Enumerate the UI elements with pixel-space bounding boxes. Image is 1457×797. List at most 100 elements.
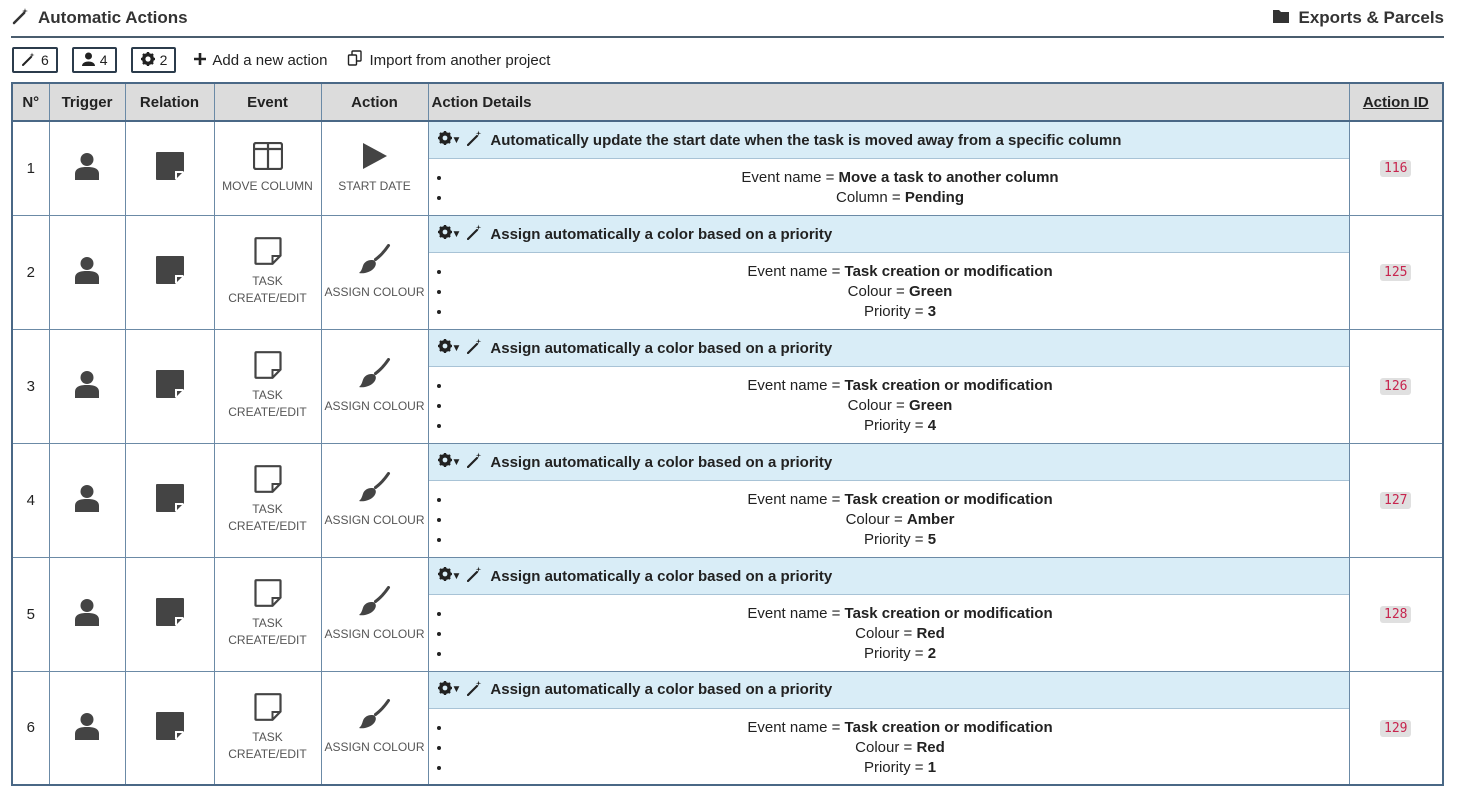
action-params-list: Event name = Task creation or modificati… — [429, 481, 1349, 556]
action-details-cell: ▼ Automatically update the start date wh… — [427, 120, 1350, 216]
action-params-list: Event name = Move a task to another colu… — [429, 159, 1349, 214]
sticky-note-filled-icon — [155, 598, 184, 630]
sticky-note-filled-icon — [155, 152, 184, 184]
action-id-cell: 126 — [1348, 328, 1444, 444]
action-title: Assign automatically a color based on a … — [490, 567, 833, 585]
col-header-id[interactable]: Action ID — [1348, 82, 1444, 122]
magic-wand-icon — [467, 338, 483, 358]
action-details-cell: ▼ Assign automatically a color based on … — [427, 214, 1350, 330]
gear-icon — [140, 51, 155, 69]
folder-icon — [1272, 8, 1290, 28]
caret-down-icon: ▼ — [451, 570, 462, 582]
trigger-cell — [48, 670, 126, 786]
event-caption: MOVE COLUMN — [222, 178, 313, 193]
toolbar: 6 4 2 Add a new action Import from anoth… — [11, 38, 1444, 82]
param-value: 1 — [927, 758, 937, 776]
paint-brush-icon — [358, 243, 391, 280]
action-menu-dropdown[interactable]: ▼ — [437, 680, 465, 699]
user-icon — [75, 712, 99, 744]
action-menu-dropdown[interactable]: ▼ — [437, 339, 465, 357]
action-menu-dropdown[interactable]: ▼ — [437, 567, 465, 585]
user-icon — [75, 152, 99, 184]
action-id-badge: 127 — [1380, 492, 1412, 509]
action-details-cell: ▼ Assign automatically a color based on … — [427, 442, 1350, 558]
action-param: Priority = 3 — [452, 302, 1349, 322]
action-cell: ASSIGN COLOUR — [320, 328, 429, 444]
row-number: 1 — [11, 120, 50, 216]
param-label: Event name = — [741, 169, 839, 187]
action-menu-dropdown[interactable]: ▼ — [437, 225, 465, 243]
play-icon — [362, 142, 388, 174]
magic-wand-icon — [467, 680, 483, 700]
action-param: Event name = Move a task to another colu… — [452, 168, 1349, 188]
gear-icon — [437, 680, 452, 699]
table-row: 6 TASK CREATE/EDIT ASSIGN COLOUR ▼ Assig… — [11, 670, 1444, 786]
caret-down-icon: ▼ — [451, 456, 462, 468]
action-params-list: Event name = Task creation or modificati… — [429, 595, 1349, 670]
sort-by-id-link[interactable]: Action ID — [1363, 94, 1429, 111]
sticky-note-icon — [253, 692, 282, 725]
caret-down-icon: ▼ — [451, 228, 462, 240]
table-header-row: N° Trigger Relation Event Action Action … — [11, 82, 1444, 122]
event-cell: TASK CREATE/EDIT — [213, 214, 322, 330]
row-number: 6 — [11, 670, 50, 786]
row-number: 5 — [11, 556, 50, 672]
gear-icon — [437, 225, 452, 243]
add-action-link[interactable]: Add a new action — [194, 52, 327, 69]
row-number: 2 — [11, 214, 50, 330]
action-menu-dropdown[interactable]: ▼ — [437, 453, 465, 471]
action-details-cell: ▼ Assign automatically a color based on … — [427, 556, 1350, 672]
action-caption: ASSIGN COLOUR — [324, 398, 425, 413]
action-params-list: Event name = Task creation or modificati… — [429, 367, 1349, 442]
action-id-cell: 125 — [1348, 214, 1444, 330]
gear-icon — [437, 339, 452, 357]
param-value: 3 — [927, 303, 937, 320]
gear-icon — [437, 131, 452, 149]
caret-down-icon: ▼ — [451, 342, 462, 354]
action-param: Priority = 4 — [452, 416, 1349, 436]
event-caption: TASK CREATE/EDIT — [228, 729, 307, 761]
import-actions-link[interactable]: Import from another project — [347, 50, 550, 70]
col-header-action: Action — [320, 82, 429, 122]
table-body: 1 MOVE COLUMN START DATE ▼ Automatically… — [11, 120, 1444, 786]
users-count-badge[interactable]: 4 — [71, 47, 117, 73]
action-param: Event name = Task creation or modificati… — [452, 262, 1349, 282]
user-icon — [75, 598, 99, 630]
system-count-badge[interactable]: 2 — [130, 47, 177, 73]
action-id-cell: 116 — [1348, 120, 1444, 216]
page-title: Automatic Actions — [38, 8, 188, 27]
sticky-note-icon — [253, 237, 282, 269]
actions-count-badge[interactable]: 6 — [12, 47, 58, 73]
wand-icon — [22, 52, 36, 69]
system-count: 2 — [159, 52, 168, 68]
action-id-badge: 128 — [1380, 606, 1412, 623]
action-param: Event name = Task creation or modificati… — [452, 490, 1349, 510]
caret-down-icon: ▼ — [451, 684, 462, 696]
param-label: Colour = — [845, 511, 907, 528]
param-value: Task creation or modification — [844, 491, 1053, 508]
action-id-cell: 127 — [1348, 442, 1444, 558]
magic-wand-icon — [467, 566, 483, 586]
relation-cell — [124, 120, 215, 216]
param-value: Red — [916, 738, 945, 756]
action-details-header: ▼ Automatically update the start date wh… — [428, 122, 1349, 160]
action-cell: START DATE — [320, 120, 429, 216]
sticky-note-filled-icon — [155, 256, 184, 288]
event-cell: TASK CREATE/EDIT — [213, 556, 322, 672]
sticky-note-filled-icon — [155, 711, 184, 744]
sticky-note-filled-icon — [155, 370, 184, 402]
param-label: Column = — [836, 189, 905, 207]
action-id-badge: 125 — [1380, 264, 1412, 281]
gear-icon — [437, 567, 452, 585]
action-caption: ASSIGN COLOUR — [324, 512, 425, 527]
event-cell: TASK CREATE/EDIT — [213, 328, 322, 444]
param-value: Amber — [906, 511, 955, 528]
param-value: Green — [908, 283, 953, 300]
action-id-cell: 128 — [1348, 556, 1444, 672]
param-label: Priority = — [863, 645, 928, 662]
action-param: Event name = Task creation or modificati… — [452, 376, 1349, 396]
exports-parcels-link[interactable]: Exports & Parcels — [1272, 8, 1444, 28]
page-header: Automatic Actions Exports & Parcels — [11, 0, 1444, 38]
action-param: Event name = Task creation or modificati… — [452, 718, 1349, 738]
action-menu-dropdown[interactable]: ▼ — [437, 131, 465, 149]
